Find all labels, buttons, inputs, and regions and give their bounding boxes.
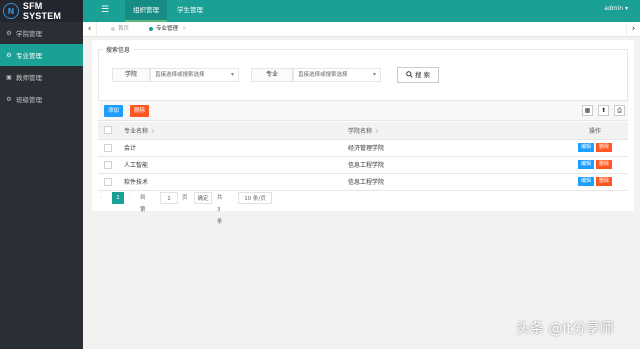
add-button[interactable]: 添加 [104,105,124,117]
gear-icon: ⚙ [6,95,12,103]
tab-students[interactable]: 学生管理 [169,0,211,22]
edit-button[interactable]: 编辑 [577,160,594,169]
cell-college: 信息工程学院 [342,173,562,191]
row-checkbox[interactable] [104,177,112,186]
row-checkbox[interactable] [104,143,112,152]
delete-button[interactable]: 删除 [130,105,150,117]
sort-icon[interactable]: ⇕ [151,129,155,135]
search-legend: 搜索信息 [103,45,134,54]
select-all-checkbox[interactable] [104,126,112,135]
page-tab-strip: ‹ 首页 专业管理 × › [83,22,640,37]
table-header-row: 专业名称 ⇕ 学院名称 ⇕ 操作 [98,122,628,140]
column-header-major[interactable]: 专业名称 [124,128,148,135]
sidebar-item-label: 学院管理 [16,30,42,38]
major-select[interactable]: 直接选择或搜索选择 ▾ [293,68,381,82]
row-checkbox[interactable] [104,160,112,169]
sidebar-item-major[interactable]: ⚙ 专业管理 [0,44,83,66]
chevron-down-icon: ▾ [372,71,376,78]
tab-dot-icon [149,26,153,31]
user-menu[interactable]: admin ▾ [604,0,628,18]
sidebar-item-label: 专业管理 [16,52,42,60]
logo[interactable]: N SFM SYSTEM [0,0,83,22]
page-tab-label: 首页 [118,26,130,32]
major-select-value: 直接选择或搜索选择 [298,72,348,78]
column-header-college[interactable]: 学院名称 [348,128,372,135]
search-button-label: 搜 索 [414,71,431,79]
prev-page-icon[interactable]: ‹ [100,192,102,204]
sidebar: N SFM SYSTEM ⚙ 学院管理 ⚙ 专业管理 ▣ 教师管理 ⚙ 班级管理 [0,0,83,349]
goto-page-input[interactable]: 1 [160,192,178,204]
app-title: SFM SYSTEM [22,1,62,21]
cell-college: 信息工程学院 [342,156,562,174]
tab-organization[interactable]: 组织管理 [125,0,167,22]
page-tab-major[interactable]: 专业管理 × [145,24,191,35]
close-icon[interactable]: × [182,26,187,32]
tab-dot-icon [111,26,115,31]
page-tab-label: 专业管理 [156,26,179,32]
search-icon [406,71,413,78]
sidebar-item-class[interactable]: ⚙ 班级管理 [0,88,83,110]
next-page-icon[interactable]: › [129,192,131,204]
college-label: 学院 [112,68,150,82]
gear-icon: ⚙ [6,51,12,59]
logo-icon: N [3,3,19,19]
current-page[interactable]: 1 [112,192,124,204]
sidebar-item-teacher[interactable]: ▣ 教师管理 [0,66,83,88]
cell-major: 软件技术 [118,173,342,191]
columns-icon[interactable]: ▦ [582,105,593,116]
export-icon[interactable]: ⬆ [598,105,609,116]
gear-icon: ⚙ [6,29,12,37]
page-size-select[interactable]: 10 条/页 [238,192,272,204]
delete-row-button[interactable]: 删除 [595,177,612,186]
page-tab-home[interactable]: 首页 [107,24,133,35]
chevron-down-icon: ▾ [230,71,234,78]
college-select-value: 直接选择或搜索选择 [155,72,205,78]
cell-college: 经济管理学院 [342,139,562,157]
table-row: 人工智能 信息工程学院 编辑 删除 [98,156,628,174]
column-header-actions: 操作 [588,127,601,135]
watermark: 头条 @it分享师 [516,321,614,337]
table-row: 会计 经济管理学院 编辑 删除 [98,139,628,157]
edit-button[interactable]: 编辑 [577,143,594,152]
table-toolbar: 添加 删除 ▦ ⬆ ⎙ [98,100,628,121]
briefcase-icon: ▣ [6,73,12,81]
confirm-button[interactable]: 确定 [194,192,212,204]
major-label: 专业 [251,68,293,82]
search-button[interactable]: 搜 索 [397,67,439,83]
page-unit-label: 页 [182,195,188,201]
cell-major: 会计 [118,139,342,157]
sidebar-item-label: 教师管理 [16,74,42,82]
edit-button[interactable]: 编辑 [577,177,594,186]
content-card: 搜索信息 学院 直接选择或搜索选择 ▾ 专业 直接选择或搜索选择 ▾ 搜 索 添… [92,40,634,225]
college-select[interactable]: 直接选择或搜索选择 ▾ [150,68,239,82]
delete-row-button[interactable]: 删除 [595,160,612,169]
tab-scroll-left-icon[interactable]: ‹ [83,22,97,37]
major-table: 专业名称 ⇕ 学院名称 ⇕ 操作 会计 经济管理学院 编辑 删除 人工智能 信息工程学… [98,122,628,191]
cell-major: 人工智能 [118,156,342,174]
top-header: ☰ 组织管理 学生管理 admin ▾ [83,0,640,22]
goto-label: 到第 [140,195,146,213]
sidebar-item-label: 班级管理 [16,96,42,104]
sort-icon[interactable]: ⇕ [375,129,379,135]
table-row: 软件技术 信息工程学院 编辑 删除 [98,173,628,191]
total-count: 共 3 条 [217,195,223,225]
tab-scroll-right-icon[interactable]: › [626,22,640,37]
delete-row-button[interactable]: 删除 [595,143,612,152]
print-icon[interactable]: ⎙ [614,105,625,116]
sidebar-item-college[interactable]: ⚙ 学院管理 [0,22,83,44]
menu-toggle-icon[interactable]: ☰ [101,5,109,15]
